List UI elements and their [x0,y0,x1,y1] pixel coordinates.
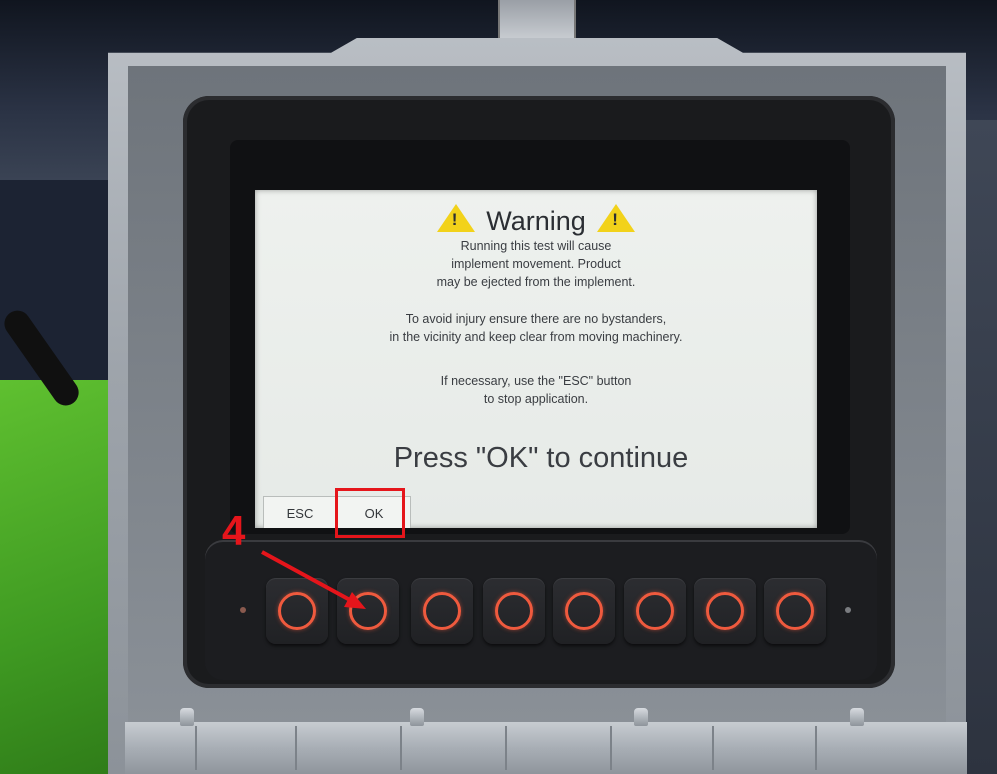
paragraph-line: may be ejected from the implement. [436,275,636,289]
ring-icon [423,592,461,630]
screw [850,708,864,726]
ok-softkey[interactable]: OK [337,496,411,528]
hinge-segment [195,726,197,770]
ring-icon [565,592,603,630]
warning-paragraph-bystanders: To avoid injury ensure there are no byst… [255,310,817,346]
status-led-right [845,607,851,613]
paragraph-line: to stop application. [483,392,589,406]
warning-icon [597,204,636,232]
warning-title: Warning [486,206,586,236]
hardware-button-8[interactable] [764,578,826,644]
hinge-segment [400,726,402,770]
warning-paragraph-esc: If necessary, use the "ESC" button to st… [255,372,817,408]
hardware-button-2-ok[interactable] [337,578,399,644]
paragraph-line: If necessary, use the "ESC" button [440,374,632,388]
ring-icon [776,592,814,630]
ring-icon [278,592,316,630]
hardware-button-3[interactable] [411,578,473,644]
status-led-left [240,607,246,613]
hardware-button-6[interactable] [624,578,686,644]
mounting-bracket [498,0,576,42]
hinge-segment [815,726,817,770]
screw [634,708,648,726]
warning-heading: Warning [255,204,817,237]
hinge-segment [712,726,714,770]
screw [410,708,424,726]
hinge-bar [125,722,967,774]
warning-paragraph-movement: Running this test will cause implement m… [255,237,817,291]
continue-prompt: Press "OK" to continue [393,442,689,474]
esc-softkey[interactable]: ESC [263,496,337,528]
paragraph-line: Running this test will cause [460,239,612,253]
screw [180,708,194,726]
ring-icon [349,592,387,630]
hinge-segment [295,726,297,770]
hinge-segment [505,726,507,770]
hardware-button-5[interactable] [553,578,615,644]
paragraph-line: in the vicinity and keep clear from movi… [389,330,683,344]
hardware-button-1[interactable] [266,578,328,644]
hardware-button-4[interactable] [483,578,545,644]
warning-icon [436,204,475,232]
ring-icon [495,592,533,630]
paragraph-line: implement movement. Product [451,257,621,271]
paragraph-line: To avoid injury ensure there are no byst… [405,312,667,326]
hinge-segment [610,726,612,770]
step-number-label: 4 [222,507,246,554]
ring-icon [636,592,674,630]
terminal-screen: Warning Running this test will cause imp… [255,190,817,528]
hardware-button-7[interactable] [694,578,756,644]
ring-icon [706,592,744,630]
